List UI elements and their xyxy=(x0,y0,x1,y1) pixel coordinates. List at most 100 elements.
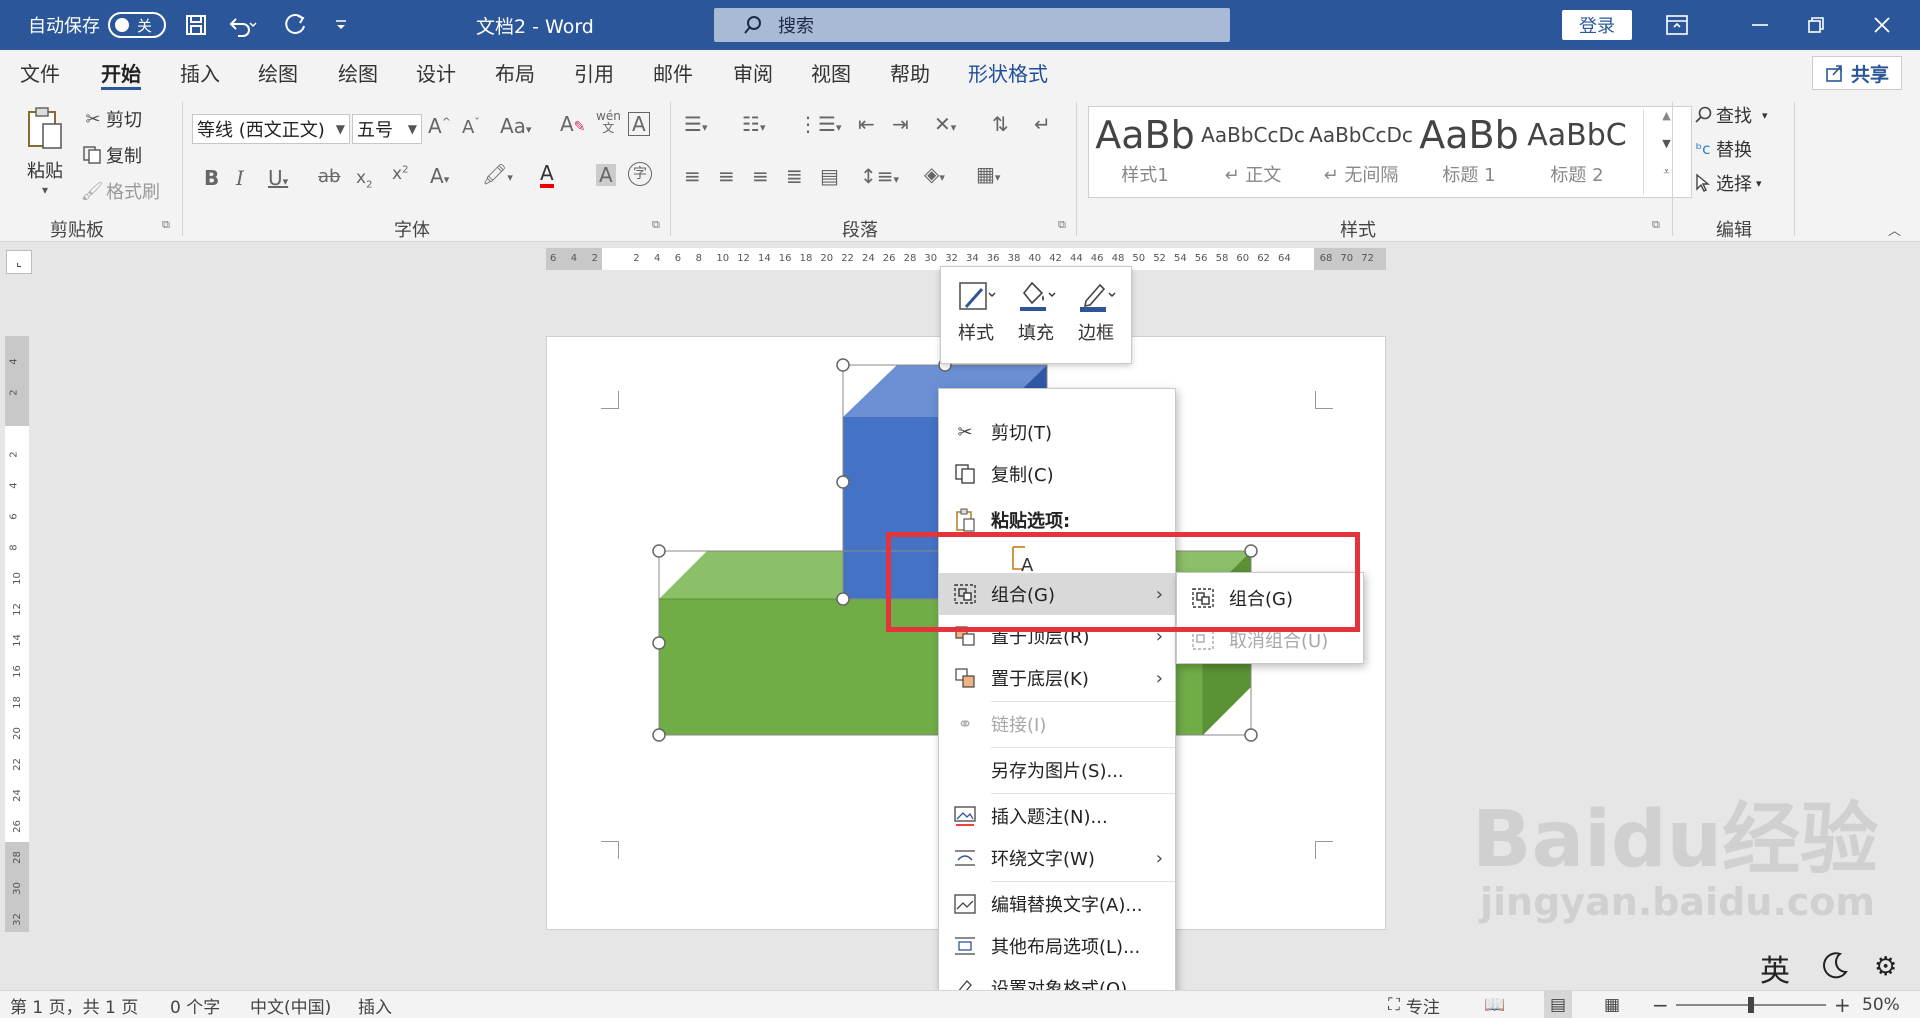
copy-button[interactable]: 复制 xyxy=(78,142,142,168)
tab-review[interactable]: 审阅 xyxy=(733,50,773,94)
bullets-icon[interactable]: ☰▾ xyxy=(684,112,707,136)
underline-icon[interactable]: U▾ xyxy=(268,166,288,190)
web-layout-icon[interactable]: ▦ xyxy=(1604,991,1620,1018)
insert-mode[interactable]: 插入 xyxy=(358,991,392,1018)
menu-item-more-layout[interactable]: 其他布局选项(L)... xyxy=(939,925,1175,967)
menu-item-insert-caption[interactable]: 插入题注(N)... xyxy=(939,795,1175,837)
zoom-in-icon[interactable]: + xyxy=(1834,991,1851,1018)
superscript-icon[interactable]: x2 xyxy=(392,164,408,184)
tab-home[interactable]: 开始 xyxy=(101,50,141,94)
enclose-characters-icon[interactable]: 字 xyxy=(628,162,652,186)
styles-scroll-up-icon[interactable]: ▲ xyxy=(1644,109,1689,137)
line-spacing-icon[interactable]: ↕≡▾ xyxy=(860,164,899,188)
language-indicator[interactable]: 中文(中国) xyxy=(250,991,331,1018)
character-border-icon[interactable]: A xyxy=(628,112,650,136)
font-size-dropdown[interactable]: 五号 ▼ xyxy=(352,114,422,144)
menu-item-send-to-back[interactable]: 置于底层(K) › xyxy=(939,657,1175,699)
font-name-dropdown[interactable]: 等线 (西文正文) ▼ xyxy=(192,114,350,144)
tab-file[interactable]: 文件 xyxy=(20,50,60,94)
chinese-layout-icon[interactable]: ✕▾ xyxy=(934,112,956,136)
tab-help[interactable]: 帮助 xyxy=(890,50,930,94)
style-item-heading2[interactable]: AaBbC 标题 2 xyxy=(1525,109,1629,195)
show-marks-icon[interactable]: ↵ xyxy=(1034,112,1051,136)
clear-formatting-icon[interactable]: A✎ xyxy=(560,112,585,136)
page-count[interactable]: 第 1 页，共 1 页 xyxy=(10,991,138,1018)
tab-layout[interactable]: 布局 xyxy=(495,50,535,94)
autosave-switch[interactable]: 关 xyxy=(108,12,166,38)
menu-item-link[interactable]: ⚭ 链接(I) xyxy=(939,703,1175,745)
phonetic-guide-icon[interactable]: wén 文 xyxy=(596,110,621,134)
word-count[interactable]: 0 个字 xyxy=(170,991,220,1018)
strikethrough-icon[interactable]: ab xyxy=(318,166,340,187)
share-button[interactable]: 共享 xyxy=(1812,56,1902,90)
styles-scroll-down-icon[interactable]: ▼ xyxy=(1644,137,1689,165)
tab-mailings[interactable]: 邮件 xyxy=(653,50,693,94)
numbering-icon[interactable]: ☷▾ xyxy=(742,112,765,136)
print-layout-icon[interactable]: ▤ xyxy=(1544,991,1573,1018)
align-right-icon[interactable]: ≡ xyxy=(752,164,769,188)
close-icon[interactable] xyxy=(1872,0,1892,50)
login-button[interactable]: 登录 xyxy=(1562,10,1632,40)
zoom-out-icon[interactable]: − xyxy=(1652,991,1669,1018)
zoom-slider-thumb[interactable] xyxy=(1748,997,1754,1013)
subscript-icon[interactable]: x2 xyxy=(356,168,372,190)
sort-icon[interactable]: ⇅ xyxy=(992,112,1009,136)
borders-icon[interactable]: ▦▾ xyxy=(976,162,1000,186)
find-button[interactable]: 查找 ▾ xyxy=(1690,102,1768,128)
text-effects-icon[interactable]: A▾ xyxy=(430,164,449,188)
tab-selector[interactable]: ⌞ xyxy=(6,250,32,274)
align-left-icon[interactable]: ≡ xyxy=(684,164,701,188)
autosave-toggle[interactable]: 自动保存 关 xyxy=(28,0,166,50)
tab-draw-2[interactable]: 绘图 xyxy=(338,50,378,94)
ime-mode-indicator[interactable]: 英 xyxy=(1760,946,1790,990)
collapse-ribbon-icon[interactable]: ︿ xyxy=(1888,220,1901,239)
multilevel-list-icon[interactable]: ⋮☰▾ xyxy=(798,112,841,136)
character-shading-icon[interactable]: A xyxy=(596,164,616,186)
increase-indent-icon[interactable]: ⇥ xyxy=(892,112,909,136)
paste-button[interactable]: 粘贴 ▾ xyxy=(22,106,68,197)
justify-icon[interactable]: ≣ xyxy=(786,164,803,188)
tab-shape-format[interactable]: 形状格式 xyxy=(968,50,1048,94)
menu-item-save-as-picture[interactable]: 另存为图片(S)... xyxy=(939,749,1175,791)
italic-icon[interactable]: I xyxy=(236,166,244,190)
shrink-font-icon[interactable]: Aˇ xyxy=(462,116,480,138)
styles-launcher-icon[interactable]: ⧉ xyxy=(1652,218,1660,232)
read-mode-icon[interactable]: 📖 xyxy=(1484,991,1505,1018)
fill-button[interactable]: 填充 xyxy=(1007,275,1065,359)
bold-icon[interactable]: B xyxy=(204,166,219,190)
menu-item-copy[interactable]: 复制(C) xyxy=(939,453,1175,495)
highlight-color-icon[interactable]: 🖍▾ xyxy=(482,162,513,186)
gear-icon[interactable]: ⚙ xyxy=(1874,952,1897,982)
style-item-normal[interactable]: AaBbCcDc ↵ 正文 xyxy=(1201,109,1305,195)
ribbon-display-options-icon[interactable] xyxy=(1666,0,1688,50)
font-color-icon[interactable]: A xyxy=(540,162,554,188)
tab-design[interactable]: 设计 xyxy=(416,50,456,94)
grow-font-icon[interactable]: A^ xyxy=(428,114,451,138)
menu-item-edit-alt-text[interactable]: 编辑替换文字(A)... xyxy=(939,883,1175,925)
change-case-icon[interactable]: Aa▾ xyxy=(500,114,531,138)
search-box[interactable]: 搜索 xyxy=(714,8,1230,42)
tab-references[interactable]: 引用 xyxy=(574,50,614,94)
customize-qat-icon[interactable] xyxy=(334,0,348,50)
style-item-no-spacing[interactable]: AaBbCcDc ↵ 无间隔 xyxy=(1309,109,1413,195)
shape-style-button[interactable]: 样式 xyxy=(947,275,1005,359)
redo-icon[interactable] xyxy=(284,0,308,50)
select-button[interactable]: 选择 ▾ xyxy=(1690,170,1762,196)
distributed-icon[interactable]: ▤ xyxy=(820,164,839,188)
zoom-level[interactable]: 50% xyxy=(1862,991,1900,1018)
undo-icon[interactable] xyxy=(228,0,258,50)
tab-insert[interactable]: 插入 xyxy=(180,50,220,94)
style-item-style1[interactable]: AaBb 样式1 xyxy=(1093,109,1197,195)
tab-view[interactable]: 视图 xyxy=(811,50,851,94)
zoom-slider[interactable] xyxy=(1676,991,1826,1018)
menu-item-wrap-text[interactable]: 环绕文字(W) › xyxy=(939,837,1175,879)
format-painter-button[interactable]: 🖌 格式刷 xyxy=(78,178,160,204)
styles-more-icon[interactable]: ⩡ xyxy=(1644,165,1689,193)
font-launcher-icon[interactable]: ⧉ xyxy=(652,218,660,232)
replace-button[interactable]: ᵇc 替换 xyxy=(1690,136,1752,162)
clipboard-launcher-icon[interactable]: ⧉ xyxy=(162,218,170,232)
vertical-ruler[interactable]: 4 2 2 4 6 8 10 12 14 16 18 20 22 24 26 28 30 32 xyxy=(5,336,29,932)
cut-button[interactable]: ✂ 剪切 xyxy=(80,106,142,132)
save-icon[interactable] xyxy=(184,0,208,50)
minimize-icon[interactable] xyxy=(1750,0,1770,50)
